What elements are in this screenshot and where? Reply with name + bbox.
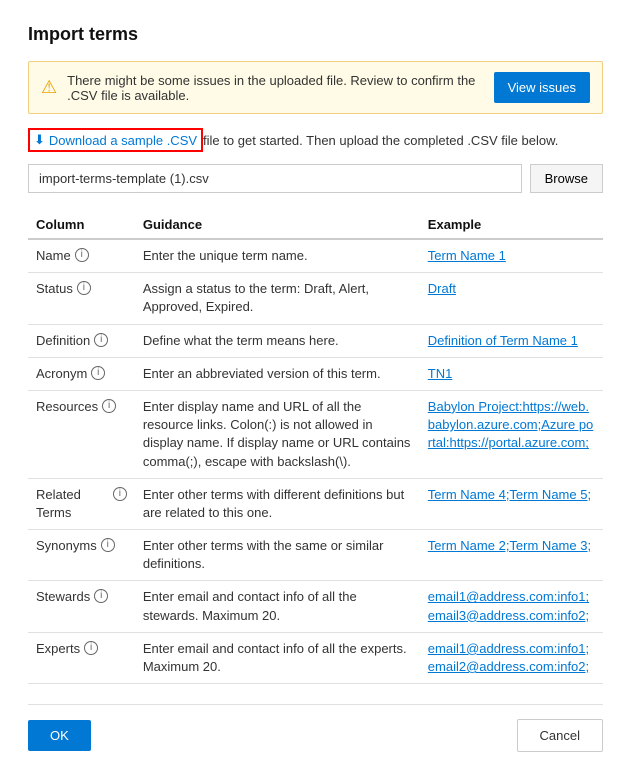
row-example-cell: Term Name 4;Term Name 5; — [420, 478, 603, 529]
row-name-cell: Statusi — [28, 273, 135, 324]
table-row: StatusiAssign a status to the term: Draf… — [28, 273, 603, 324]
row-name-cell: Resources i — [28, 390, 135, 478]
row-name-label: Resources — [36, 398, 98, 416]
row-example-cell: email1@address.com:info1;email3@address.… — [420, 581, 603, 632]
col-header-example: Example — [420, 211, 603, 239]
download-icon: ⬇ — [34, 132, 45, 148]
row-example-cell: Definition of Term Name 1 — [420, 324, 603, 357]
col-header-column: Column — [28, 211, 135, 239]
alert-text: There might be some issues in the upload… — [67, 73, 483, 103]
table-row: NameiEnter the unique term name.Term Nam… — [28, 239, 603, 273]
row-name-cell: Experts i — [28, 632, 135, 683]
download-sample-link[interactable]: ⬇ Download a sample .CSV — [28, 128, 203, 152]
row-guidance-cell: Enter the unique term name. — [135, 239, 420, 273]
table-header-row: Column Guidance Example — [28, 211, 603, 239]
example-link[interactable]: email1@address.com:info1;email2@address.… — [428, 641, 589, 674]
info-icon[interactable]: i — [75, 248, 89, 262]
cancel-button[interactable]: Cancel — [517, 719, 603, 752]
row-name-label: Related Terms — [36, 486, 109, 522]
row-guidance-cell: Define what the term means here. — [135, 324, 420, 357]
table-row: Stewards i Enter email and contact info of… — [28, 581, 603, 632]
file-input-row: Browse — [28, 164, 603, 193]
row-guidance-cell: Enter other terms with the same or simil… — [135, 530, 420, 581]
row-example-cell: Term Name 1 — [420, 239, 603, 273]
row-name-cell: Namei — [28, 239, 135, 273]
download-after-text: file to get started. Then upload the com… — [203, 133, 558, 148]
example-link[interactable]: Draft — [428, 281, 456, 296]
dialog-title: Import terms — [28, 24, 603, 45]
table-row: Synonyms i Enter other terms with the same… — [28, 530, 603, 581]
info-icon[interactable]: i — [91, 366, 105, 380]
view-issues-button[interactable]: View issues — [494, 72, 590, 103]
example-link[interactable]: Term Name 4;Term Name 5; — [428, 487, 591, 502]
table-row: Resources i Enter display name and URL of … — [28, 390, 603, 478]
table-row: Experts i Enter email and contact info of … — [28, 632, 603, 683]
ok-button[interactable]: OK — [28, 720, 91, 751]
row-name-cell: Definition i — [28, 324, 135, 357]
row-name-cell: Acronym i — [28, 357, 135, 390]
row-name-label: Name — [36, 247, 71, 265]
row-example-cell: Term Name 2;Term Name 3; — [420, 530, 603, 581]
browse-button[interactable]: Browse — [530, 164, 603, 193]
table-row: Acronym i Enter an abbreviated version of … — [28, 357, 603, 390]
footer: OK Cancel — [28, 704, 603, 752]
info-icon[interactable]: i — [102, 399, 116, 413]
example-link[interactable]: TN1 — [428, 366, 453, 381]
info-icon[interactable]: i — [94, 589, 108, 603]
import-table: Column Guidance Example NameiEnter the u… — [28, 211, 603, 684]
row-guidance-cell: Enter an abbreviated version of this ter… — [135, 357, 420, 390]
row-guidance-cell: Assign a status to the term: Draft, Aler… — [135, 273, 420, 324]
col-header-guidance: Guidance — [135, 211, 420, 239]
row-example-cell: Babylon Project:https://web.babylon.azur… — [420, 390, 603, 478]
table-row: Related Terms i Enter other terms with dif… — [28, 478, 603, 529]
row-example-cell: Draft — [420, 273, 603, 324]
file-input[interactable] — [28, 164, 522, 193]
row-guidance-cell: Enter email and contact info of all the … — [135, 632, 420, 683]
row-name-cell: Stewards i — [28, 581, 135, 632]
row-name-label: Synonyms — [36, 537, 97, 555]
example-link[interactable]: Term Name 1 — [428, 248, 506, 263]
table-row: Definition i Define what the term means he… — [28, 324, 603, 357]
example-link[interactable]: Term Name 2;Term Name 3; — [428, 538, 591, 553]
example-link[interactable]: Babylon Project:https://web.babylon.azur… — [428, 399, 593, 450]
import-terms-dialog: Import terms ⚠ There might be some issue… — [0, 0, 631, 772]
row-guidance-cell: Enter other terms with different definit… — [135, 478, 420, 529]
row-example-cell: email1@address.com:info1;email2@address.… — [420, 632, 603, 683]
example-link[interactable]: email1@address.com:info1;email3@address.… — [428, 589, 589, 622]
alert-bar: ⚠ There might be some issues in the uplo… — [28, 61, 603, 114]
row-name-cell: Synonyms i — [28, 530, 135, 581]
download-link-text: Download a sample .CSV — [49, 133, 197, 148]
row-example-cell: TN1 — [420, 357, 603, 390]
example-link[interactable]: Definition of Term Name 1 — [428, 333, 578, 348]
row-name-cell: Related Terms i — [28, 478, 135, 529]
row-name-label: Acronym — [36, 365, 87, 383]
row-name-label: Definition — [36, 332, 90, 350]
row-name-label: Stewards — [36, 588, 90, 606]
download-row: ⬇ Download a sample .CSV file to get sta… — [28, 128, 603, 152]
row-guidance-cell: Enter display name and URL of all the re… — [135, 390, 420, 478]
info-icon[interactable]: i — [84, 641, 98, 655]
info-icon[interactable]: i — [94, 333, 108, 347]
row-name-label: Status — [36, 280, 73, 298]
info-icon[interactable]: i — [77, 281, 91, 295]
info-icon[interactable]: i — [101, 538, 115, 552]
row-name-label: Experts — [36, 640, 80, 658]
info-icon[interactable]: i — [113, 487, 127, 501]
warning-icon: ⚠ — [41, 77, 57, 98]
row-guidance-cell: Enter email and contact info of all the … — [135, 581, 420, 632]
